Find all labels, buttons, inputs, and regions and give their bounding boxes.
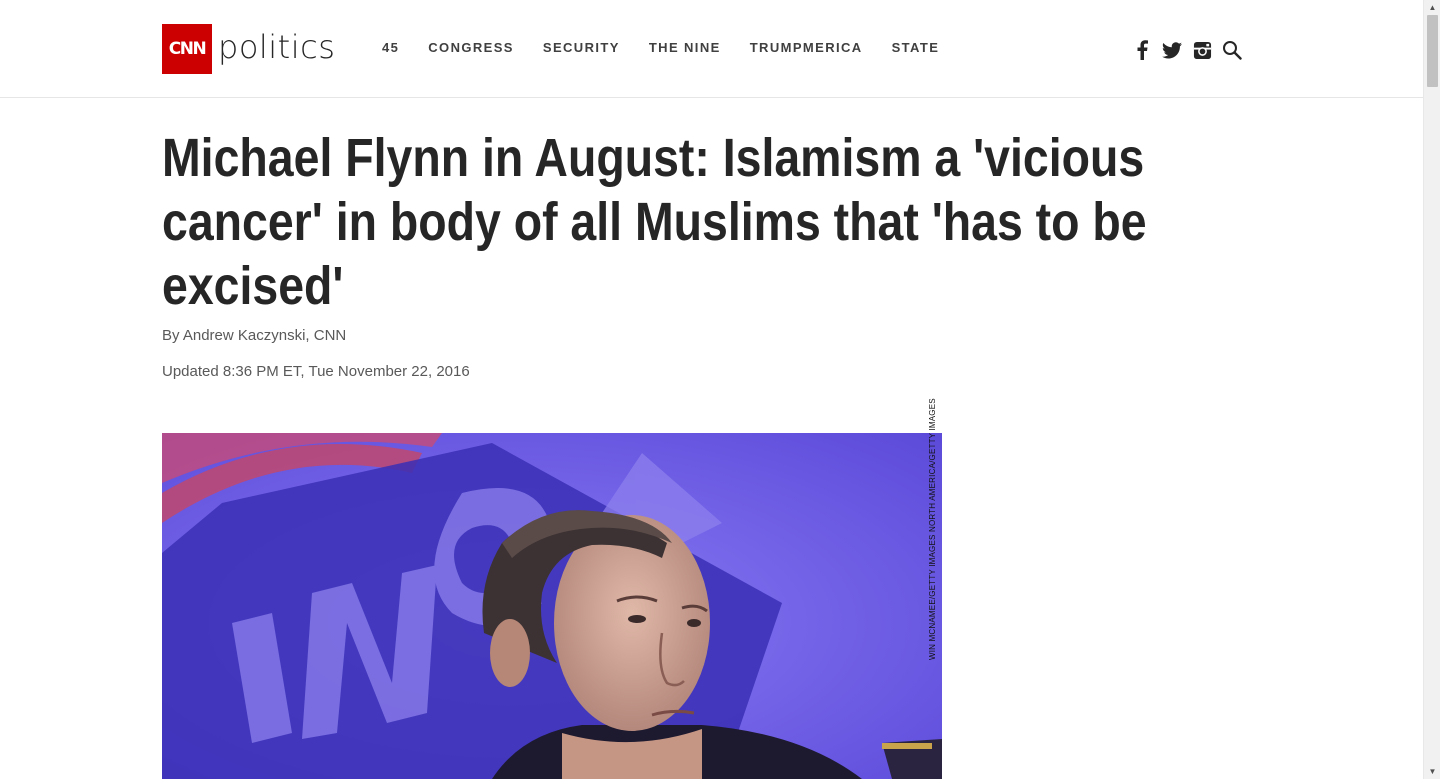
site-header: CNN politics 45 CONGRESS SECURITY THE NI… (0, 0, 1423, 98)
page-scrollbar[interactable]: ▲ ▼ (1423, 0, 1440, 779)
instagram-icon[interactable] (1190, 38, 1214, 62)
cnn-politics-logo[interactable]: CNN politics (162, 24, 335, 74)
scroll-up-arrow-icon[interactable]: ▲ (1424, 0, 1440, 15)
nav-item-45[interactable]: 45 (382, 40, 399, 55)
article-headline: Michael Flynn in August: Islamism a 'vic… (162, 128, 1147, 316)
byline-suffix: , CNN (305, 327, 347, 344)
byline: By Andrew Kaczynski, CNN (162, 327, 346, 344)
nav-item-the-nine[interactable]: THE NINE (649, 40, 721, 55)
twitter-icon[interactable] (1160, 38, 1184, 62)
nav-item-state[interactable]: STATE (892, 40, 940, 55)
section-name: politics (218, 28, 336, 66)
updated-timestamp: Updated 8:36 PM ET, Tue November 22, 201… (162, 363, 470, 380)
scrollbar-thumb[interactable] (1427, 15, 1438, 87)
search-icon[interactable] (1220, 38, 1244, 62)
article-lead-image[interactable] (162, 433, 942, 779)
nav-item-trumpmerica[interactable]: TRUMPMERICA (750, 40, 863, 55)
byline-prefix: By (162, 327, 183, 344)
image-credit: WIN MCNAMEE/GETTY IMAGES NORTH AMERICA/G… (928, 398, 937, 660)
nav-item-congress[interactable]: CONGRESS (428, 40, 514, 55)
lead-photo-illustration (162, 433, 942, 779)
nav-item-security[interactable]: SECURITY (543, 40, 620, 55)
facebook-icon[interactable] (1130, 38, 1154, 62)
main-nav: 45 CONGRESS SECURITY THE NINE TRUMPMERIC… (382, 40, 968, 55)
cnn-logo-mark: CNN (162, 24, 212, 74)
scroll-down-arrow-icon[interactable]: ▼ (1424, 764, 1440, 779)
social-links (1130, 38, 1250, 62)
author-link[interactable]: Andrew Kaczynski (183, 327, 306, 344)
